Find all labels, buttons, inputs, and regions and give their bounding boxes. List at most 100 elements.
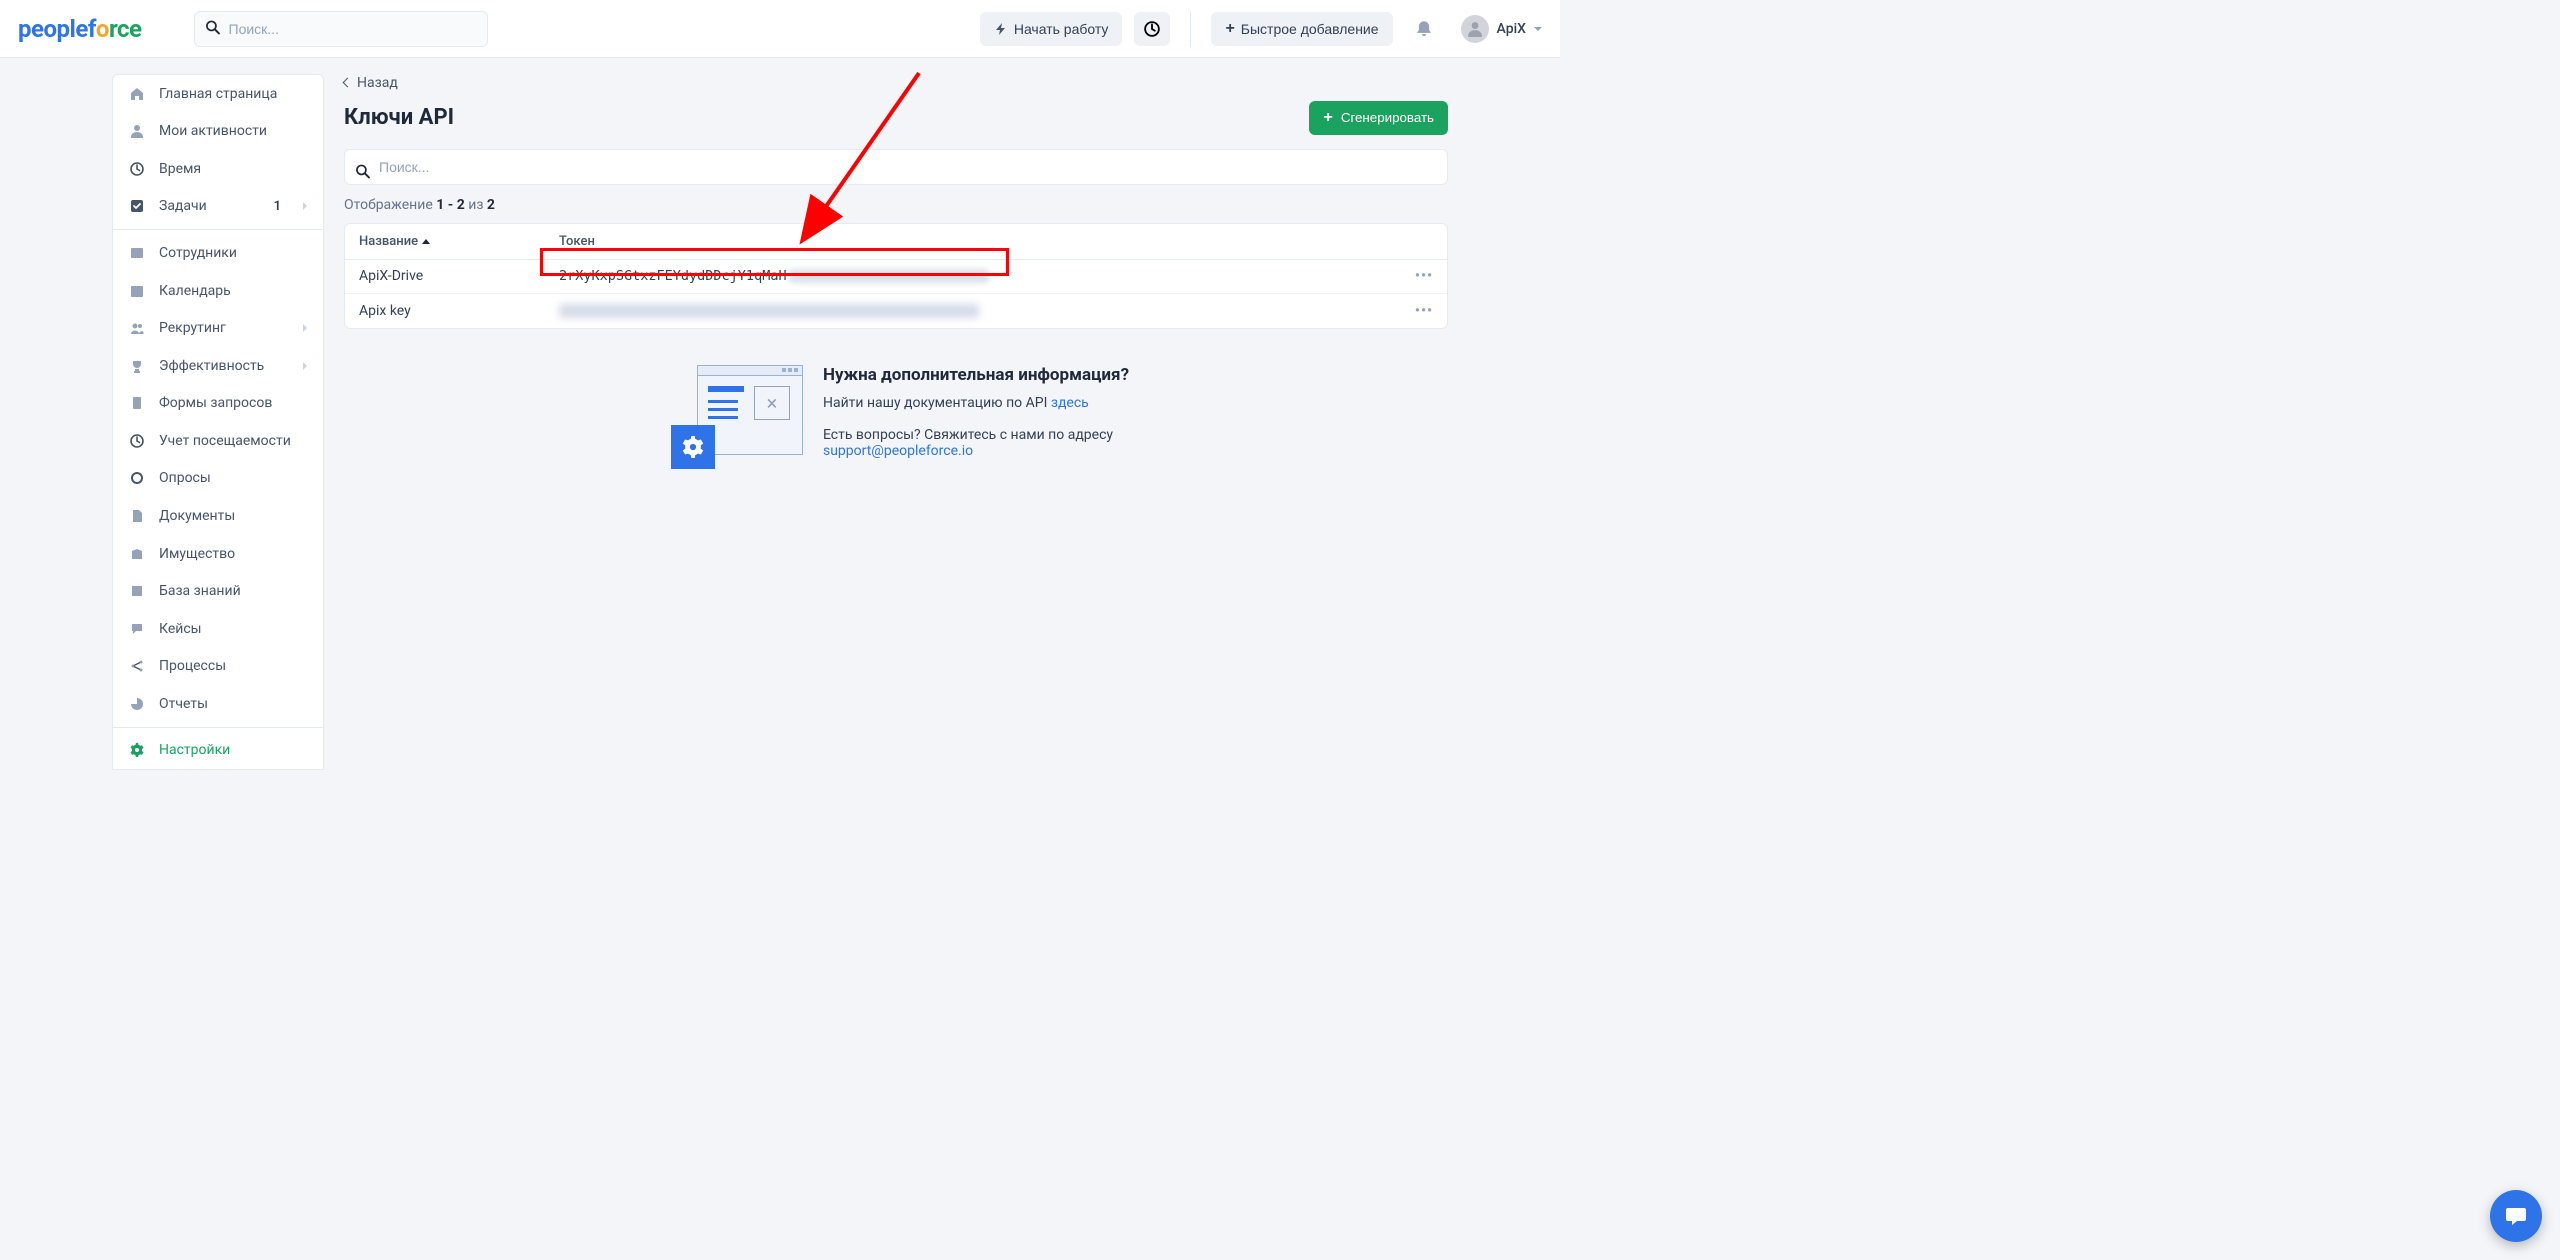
generate-label: Сгенерировать [1341, 110, 1434, 125]
sidebar-item-calendar[interactable]: Календарь [113, 272, 323, 310]
sidebar-item-activities[interactable]: Мои активности [113, 113, 323, 151]
sidebar: Главная страница Мои активности Время За… [112, 74, 324, 770]
sidebar-item-processes[interactable]: Процессы [113, 647, 323, 685]
info-card: × Нужна дополнительная информация? Найти… [344, 365, 1448, 475]
sidebar-item-knowledge[interactable]: База знаний [113, 572, 323, 610]
sidebar-item-forms[interactable]: Формы запросов [113, 384, 323, 422]
filter-search-input[interactable] [344, 149, 1448, 185]
nav-label: Главная страница [159, 86, 277, 102]
header-search-wrap [194, 11, 488, 47]
sidebar-item-performance[interactable]: Эффективность [113, 347, 323, 385]
table-header: Название Токен [345, 224, 1447, 260]
row-menu-button[interactable]: ••• [1415, 303, 1433, 319]
chevron-right-icon [303, 324, 307, 332]
check-icon [129, 199, 145, 213]
header-divider [1190, 11, 1191, 47]
info-illustration: × [663, 365, 803, 475]
start-label: Начать работу [1014, 21, 1109, 37]
user-menu[interactable]: ApiX [1461, 15, 1542, 43]
sidebar-item-settings[interactable]: Настройки [113, 732, 323, 770]
chat-fab[interactable] [2490, 1190, 2542, 1242]
logo-part-2: f [88, 15, 96, 43]
idcard-icon [129, 246, 145, 260]
nav-label: Отчеты [159, 696, 208, 712]
logo[interactable]: peopleforce [18, 15, 142, 43]
support-email-link[interactable]: support@peopleforce.io [823, 443, 973, 459]
row-token: 2rXyKxpSGtxzFEYdydDDcjY1qMaH [559, 268, 1385, 284]
file-icon [129, 509, 145, 523]
logo-part-1: people [18, 15, 88, 43]
nav-label: Документы [159, 508, 235, 524]
sidebar-item-home[interactable]: Главная страница [113, 75, 323, 113]
home-icon [129, 87, 145, 101]
sidebar-item-tasks[interactable]: Задачи 1 [113, 188, 323, 226]
doc-link[interactable]: здесь [1051, 395, 1089, 411]
chevron-right-icon [303, 202, 307, 210]
row-name: ApiX-Drive [359, 268, 559, 284]
header-search-input[interactable] [194, 11, 488, 47]
nav-label: Учет посещаемости [159, 433, 291, 449]
users-icon [129, 321, 145, 335]
logo-part-3: o [96, 15, 109, 43]
nav-separator [113, 229, 323, 230]
row-menu-button[interactable]: ••• [1415, 268, 1433, 284]
sidebar-item-assets[interactable]: Имущество [113, 535, 323, 573]
nav-label: Опросы [159, 470, 211, 486]
sidebar-item-cases[interactable]: Кейсы [113, 610, 323, 648]
sidebar-item-employees[interactable]: Сотрудники [113, 234, 323, 272]
nav-label: Формы запросов [159, 395, 272, 411]
nav-separator [113, 727, 323, 728]
nav-label: Кейсы [159, 621, 202, 637]
sidebar-item-recruiting[interactable]: Рекрутинг [113, 309, 323, 347]
info-title: Нужна дополнительная информация? [823, 365, 1129, 385]
sidebar-item-attendance[interactable]: Учет посещаемости [113, 422, 323, 460]
sort-asc-icon [422, 239, 430, 244]
quick-add-label: Быстрое добавление [1241, 21, 1379, 37]
nav-label: Календарь [159, 283, 231, 299]
bell-icon[interactable] [1415, 20, 1433, 38]
row-name: Apix key [359, 303, 559, 319]
main-content: Назад Ключи API + Сгенерировать Отображе… [324, 58, 1560, 770]
sidebar-item-time[interactable]: Время [113, 150, 323, 188]
row-token [559, 303, 1385, 319]
clock-icon [129, 434, 145, 448]
sidebar-item-surveys[interactable]: Опросы [113, 460, 323, 498]
nav-label: Сотрудники [159, 245, 237, 261]
book-icon [129, 584, 145, 598]
user-name: ApiX [1497, 21, 1526, 37]
sidebar-item-reports[interactable]: Отчеты [113, 685, 323, 723]
share-icon [129, 659, 145, 673]
generate-button[interactable]: + Сгенерировать [1309, 101, 1448, 135]
chevron-right-icon [303, 362, 307, 370]
table-row: ApiX-Drive 2rXyKxpSGtxzFEYdydDDcjY1qMaH … [345, 260, 1447, 294]
user-icon [129, 124, 145, 138]
nav-label: Процессы [159, 658, 226, 674]
chat-icon [2504, 1204, 2528, 1228]
back-link[interactable]: Назад [344, 75, 398, 91]
nav-label: Настройки [159, 742, 230, 758]
calendar-icon [129, 284, 145, 298]
sidebar-item-documents[interactable]: Документы [113, 497, 323, 535]
start-button[interactable]: Начать работу [980, 12, 1123, 46]
nav-label: Эффективность [159, 358, 264, 374]
nav-label: Мои активности [159, 123, 267, 139]
back-label: Назад [357, 75, 398, 91]
page-title: Ключи API [344, 105, 454, 130]
pie-icon [129, 697, 145, 711]
clock-icon [129, 162, 145, 176]
nav-label: Рекрутинг [159, 320, 226, 336]
info-contact-line: Есть вопросы? Свяжитесь с нами по адресу… [823, 427, 1129, 459]
col-token[interactable]: Токен [559, 234, 1385, 249]
nav-label: Задачи [159, 198, 207, 214]
clipboard-icon [129, 396, 145, 410]
nav-label: База знаний [159, 583, 241, 599]
quick-add-button[interactable]: + Быстрое добавление [1211, 12, 1392, 46]
info-doc-line: Найти нашу документацию по API здесь [823, 395, 1129, 411]
tasks-badge: 1 [274, 199, 281, 214]
clock-button[interactable] [1134, 12, 1170, 46]
avatar [1461, 15, 1489, 43]
col-name[interactable]: Название [359, 234, 559, 249]
caret-icon [1534, 27, 1542, 31]
cog-icon [129, 743, 145, 757]
filter-search-wrap [344, 149, 1448, 197]
